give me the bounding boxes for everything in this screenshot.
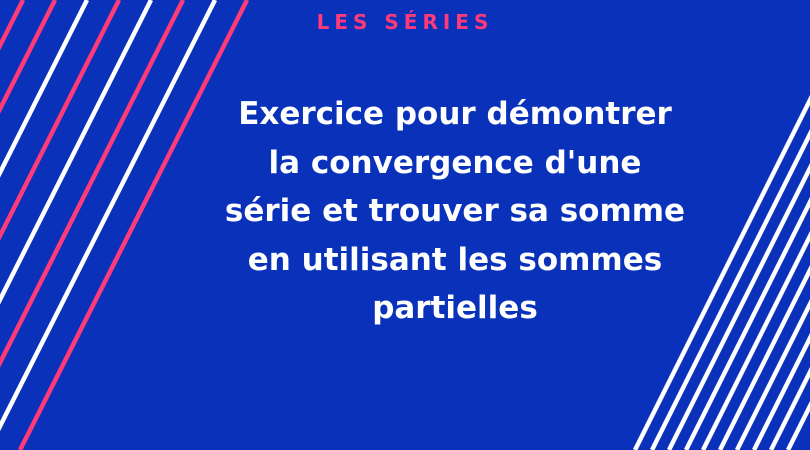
title-line: Exercice pour démontrer (238, 96, 672, 132)
title-line: série et trouver sa somme (224, 193, 686, 229)
title-line: la convergence d'une (268, 144, 642, 181)
page-title: Exercice pour démontrer la convergence d… (180, 90, 730, 333)
category-label: LES SÉRIES (316, 10, 494, 34)
title-line: en utilisant les sommes (247, 241, 663, 278)
title-line: partielles (372, 290, 538, 326)
